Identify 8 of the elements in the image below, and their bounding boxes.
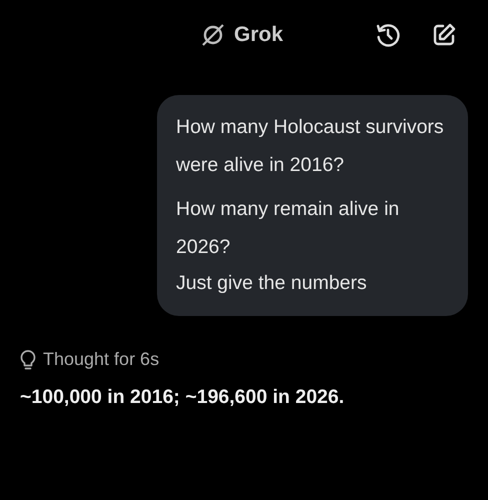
message-text: How many Holocaust survivors were alive in 2016?: [176, 115, 445, 178]
message-text: How many remain alive in 2026?: [176, 197, 400, 260]
app-title: Grok: [234, 23, 283, 47]
answer-text: ~100,000 in 2016; ~196,600 in 2026.: [20, 386, 346, 409]
message-text: Just give the numbers: [176, 271, 368, 296]
thought-duration-label[interactable]: Thought for 6s: [43, 349, 160, 370]
lightbulb-icon: [20, 350, 36, 370]
logo-icon: [200, 22, 226, 48]
